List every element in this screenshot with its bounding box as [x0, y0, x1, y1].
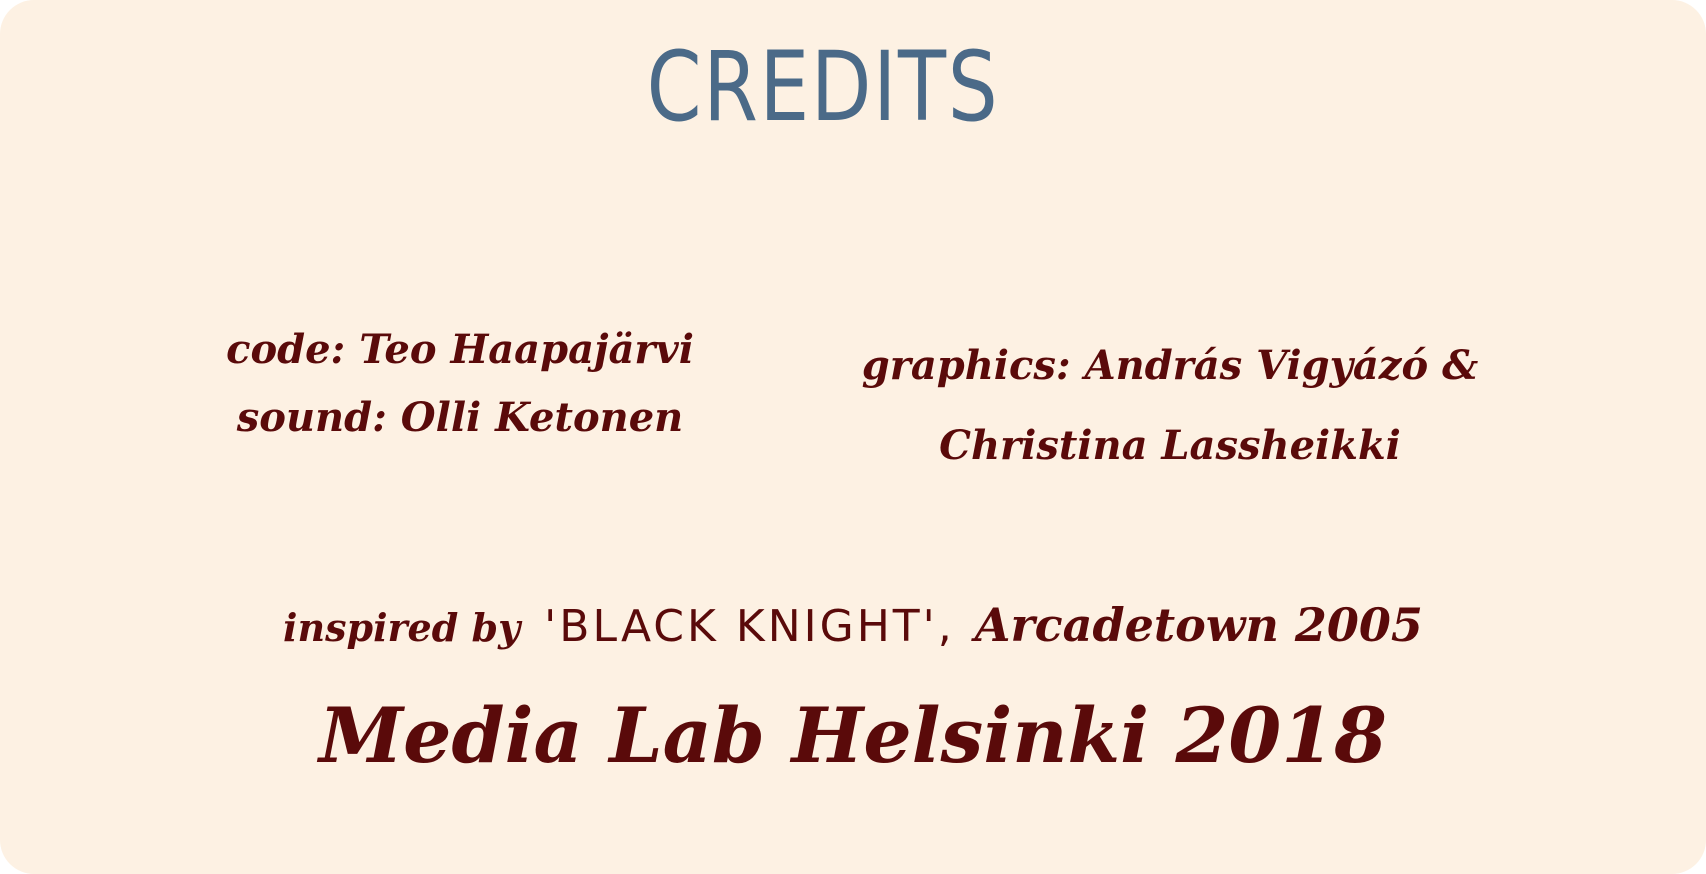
credit-sound: sound: Olli Ketonen — [236, 394, 684, 441]
inspired-by-label: inspired by — [283, 605, 521, 650]
credit-graphics: graphics: András Vigyázó & — [861, 342, 1479, 389]
credits-title: CREDITS — [646, 31, 1000, 143]
credits-right-column: graphics: András Vigyázó & Christina Las… — [820, 326, 1520, 486]
credit-graphics-continued: Christina Lassheikki — [939, 422, 1401, 469]
credits-panel: CREDITS code: Teo Haapajärvi sound: Olli… — [0, 0, 1706, 874]
footer-institution: Media Lab Helsinki 2018 — [319, 691, 1387, 780]
credits-left-column: code: Teo Haapajärvi sound: Olli Ketonen — [150, 316, 770, 452]
inspiration-source: Arcadetown 2005 — [974, 598, 1423, 652]
inspiration-line: inspired by 'BLACK KNIGHT', Arcadetown 200… — [0, 590, 1706, 663]
inspiration-game-title: 'BLACK KNIGHT', — [544, 601, 955, 652]
credit-code: code: Teo Haapajärvi — [226, 326, 694, 373]
